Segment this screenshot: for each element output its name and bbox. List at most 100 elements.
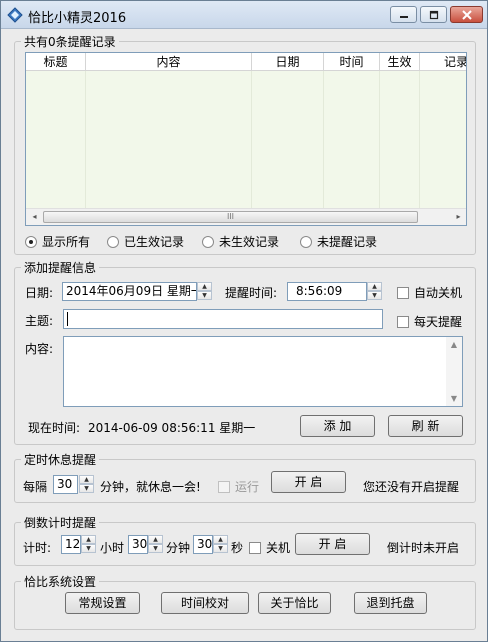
column-header-content[interactable]: 内容 xyxy=(86,53,252,71)
seconds-input[interactable]: 30 xyxy=(193,535,213,554)
checkbox-box xyxy=(397,315,409,328)
spin-up-icon[interactable]: ▲ xyxy=(197,282,212,291)
auto-shutdown-label: 自动关机 xyxy=(414,286,463,300)
spin-up-icon[interactable]: ▲ xyxy=(81,535,96,544)
scroll-right-icon[interactable]: ▸ xyxy=(450,209,466,225)
checkbox-box xyxy=(397,286,409,299)
grid-line xyxy=(251,71,252,209)
hours-spinner[interactable]: ▲ ▼ xyxy=(81,535,96,553)
scroll-thumb[interactable]: III xyxy=(43,211,418,223)
countdown-shutdown-label: 关机 xyxy=(266,541,291,555)
rest-run-label: 运行 xyxy=(235,480,260,494)
about-button[interactable]: 关于恰比 xyxy=(258,592,331,614)
date-spinner[interactable]: ▲ ▼ xyxy=(197,282,212,300)
spin-up-icon[interactable]: ▲ xyxy=(367,282,382,291)
grid-line xyxy=(379,71,380,209)
spin-up-icon[interactable]: ▲ xyxy=(79,475,94,484)
seconds-spinner[interactable]: ▲ ▼ xyxy=(213,535,228,553)
countdown-start-button[interactable]: 开 启 xyxy=(295,533,370,555)
column-header-record[interactable]: 记录 xyxy=(420,53,466,71)
spin-up-icon[interactable]: ▲ xyxy=(148,535,163,544)
daily-remind-checkbox[interactable]: 每天提醒 xyxy=(397,313,462,330)
records-list[interactable]: 标题 内容 日期 时间 生效 记录 ◂ III ▸ xyxy=(25,52,467,226)
maximize-icon xyxy=(429,10,438,19)
column-header-time[interactable]: 时间 xyxy=(324,53,380,71)
radio-dot xyxy=(300,235,312,248)
content-textarea[interactable]: ▲ ▼ xyxy=(63,336,463,407)
subject-input[interactable] xyxy=(63,309,383,329)
grid-line xyxy=(323,71,324,209)
filter-active-radio[interactable]: 已生效记录 xyxy=(107,233,184,250)
minutes-input[interactable]: 30 xyxy=(128,535,148,554)
daily-remind-label: 每天提醒 xyxy=(414,315,463,329)
auto-shutdown-checkbox[interactable]: 自动关机 xyxy=(397,284,462,301)
spin-down-icon[interactable]: ▼ xyxy=(79,484,94,493)
rest-status-text: 您还没有开启提醒 xyxy=(363,480,460,494)
content-scrollbar[interactable]: ▲ ▼ xyxy=(446,337,462,406)
spin-down-icon[interactable]: ▼ xyxy=(213,544,228,553)
time-calibration-button[interactable]: 时间校对 xyxy=(161,592,249,614)
grid-line xyxy=(419,71,420,209)
remind-time-label: 提醒时间: xyxy=(225,286,278,300)
window-title: 恰比小精灵2016 xyxy=(28,11,127,26)
minutes-unit: 分钟 xyxy=(166,541,191,555)
rest-run-checkbox[interactable]: 运行 xyxy=(218,478,259,495)
timer-label: 计时: xyxy=(23,541,52,555)
filter-inactive-radio[interactable]: 未生效记录 xyxy=(202,233,279,250)
filter-unreminded-label: 未提醒记录 xyxy=(317,235,378,249)
maximize-button[interactable] xyxy=(420,6,447,23)
rest-description: 分钟，就休息一会! xyxy=(100,480,201,494)
scroll-left-icon[interactable]: ◂ xyxy=(26,209,43,225)
horizontal-scrollbar[interactable]: ◂ III ▸ xyxy=(26,208,466,225)
records-legend: 共有0条提醒记录 xyxy=(24,35,116,49)
add-reminder-legend: 添加提醒信息 xyxy=(24,261,97,275)
countdown-shutdown-checkbox[interactable]: 关机 xyxy=(249,539,290,556)
spin-down-icon[interactable]: ▼ xyxy=(197,291,212,300)
current-time-value: 2014-06-09 08:56:11 星期一 xyxy=(88,421,256,435)
minimize-button[interactable] xyxy=(390,6,417,23)
spin-down-icon[interactable]: ▼ xyxy=(367,291,382,300)
hours-input[interactable]: 12 xyxy=(61,535,81,554)
filter-active-label: 已生效记录 xyxy=(124,235,185,249)
spin-down-icon[interactable]: ▼ xyxy=(81,544,96,553)
countdown-status-text: 倒计时未开启 xyxy=(387,541,460,555)
radio-dot xyxy=(202,235,214,248)
seconds-unit: 秒 xyxy=(231,541,244,555)
date-label: 日期: xyxy=(25,286,54,300)
checkbox-box xyxy=(249,541,261,554)
column-header-title[interactable]: 标题 xyxy=(26,53,86,71)
radio-dot xyxy=(25,235,37,248)
time-spinner[interactable]: ▲ ▼ xyxy=(367,282,382,300)
date-picker[interactable]: 2014年06月09日 星期一 xyxy=(62,282,197,301)
checkbox-box xyxy=(218,480,230,493)
add-button[interactable]: 添 加 xyxy=(300,415,375,437)
filter-unreminded-radio[interactable]: 未提醒记录 xyxy=(300,233,377,250)
text-caret xyxy=(67,312,68,326)
remind-time-picker[interactable]: 8:56:09 xyxy=(287,282,367,301)
title-bar[interactable]: 恰比小精灵2016 xyxy=(1,1,487,29)
spin-down-icon[interactable]: ▼ xyxy=(148,544,163,553)
filter-inactive-label: 未生效记录 xyxy=(219,235,280,249)
refresh-button[interactable]: 刷 新 xyxy=(388,415,463,437)
rest-every-label: 每隔 xyxy=(23,480,48,494)
scroll-down-icon[interactable]: ▼ xyxy=(446,394,462,403)
current-time-label: 现在时间: xyxy=(28,421,81,435)
close-button[interactable] xyxy=(450,6,483,23)
settings-legend: 恰比系统设置 xyxy=(24,575,97,589)
filter-all-radio[interactable]: 显示所有 xyxy=(25,233,90,250)
rest-minutes-input[interactable]: 30 xyxy=(53,475,78,494)
radio-dot xyxy=(107,235,119,248)
minimize-to-tray-button[interactable]: 退到托盘 xyxy=(354,592,427,614)
close-icon xyxy=(461,9,472,20)
column-header-date[interactable]: 日期 xyxy=(252,53,324,71)
general-settings-button[interactable]: 常规设置 xyxy=(65,592,140,614)
column-header-active[interactable]: 生效 xyxy=(380,53,420,71)
scroll-up-icon[interactable]: ▲ xyxy=(446,340,462,349)
rest-start-button[interactable]: 开 启 xyxy=(271,471,346,493)
spin-up-icon[interactable]: ▲ xyxy=(213,535,228,544)
records-list-header: 标题 内容 日期 时间 生效 记录 xyxy=(26,53,466,71)
minimize-icon xyxy=(399,15,408,18)
rest-minutes-spinner[interactable]: ▲ ▼ xyxy=(79,475,94,493)
countdown-legend: 倒数计时提醒 xyxy=(24,516,97,530)
minutes-spinner[interactable]: ▲ ▼ xyxy=(148,535,163,553)
